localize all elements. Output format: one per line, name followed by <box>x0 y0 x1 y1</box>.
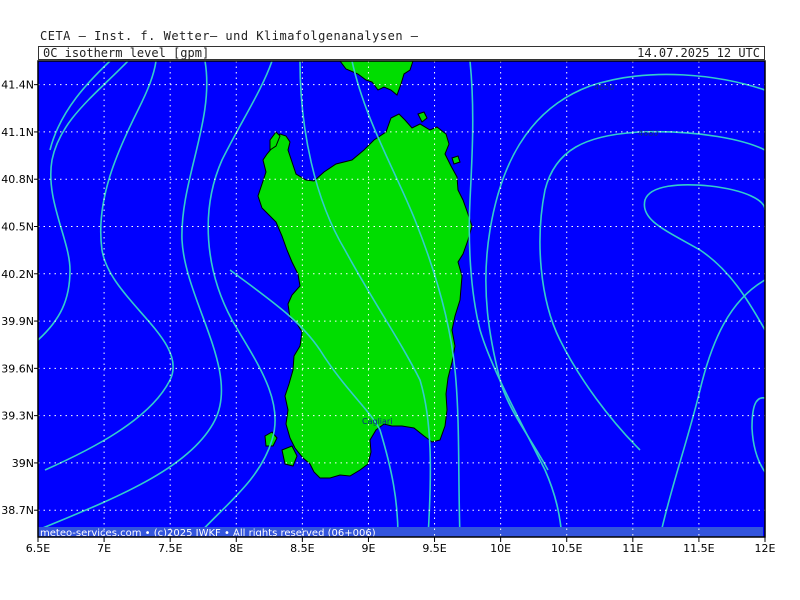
lon-tick-label: 11.5E <box>683 542 714 555</box>
lat-tick-label: 41.4N <box>1 79 34 92</box>
lat-tick-label: 39N <box>12 457 34 470</box>
place-label-cagliari: Cagliari <box>362 417 392 426</box>
lon-tick-label: 9E <box>361 542 375 555</box>
lat-tick-label: 38.7N <box>1 504 34 517</box>
lon-tick-label: 8.5E <box>290 542 314 555</box>
lat-tick-label: 40.2N <box>1 268 34 281</box>
lat-tick-label: 39.9N <box>1 315 34 328</box>
map-figure: 4650 4660 Cagliari meteo-services.com • … <box>1 60 776 555</box>
lat-tick-label: 40.8N <box>1 173 34 186</box>
lon-tick-label: 7.5E <box>158 542 182 555</box>
lon-tick-label: 11E <box>622 542 643 555</box>
lon-tick-label: 9.5E <box>422 542 446 555</box>
lat-tick-label: 39.6N <box>1 362 34 375</box>
contour-label-lower: 4660 <box>638 129 658 138</box>
lat-tick-label: 41.1N <box>1 126 34 139</box>
lon-tick-label: 10.5E <box>551 542 582 555</box>
lat-tick-label: 39.3N <box>1 410 34 423</box>
lon-tick-label: 7E <box>97 542 111 555</box>
lon-tick-label: 8E <box>229 542 243 555</box>
lon-tick-label: 6.5E <box>26 542 50 555</box>
lon-tick-label: 10E <box>490 542 511 555</box>
land-tavolara <box>451 155 461 165</box>
lat-tick-label: 40.5N <box>1 220 34 233</box>
lon-tick-label: 12E <box>755 542 776 555</box>
